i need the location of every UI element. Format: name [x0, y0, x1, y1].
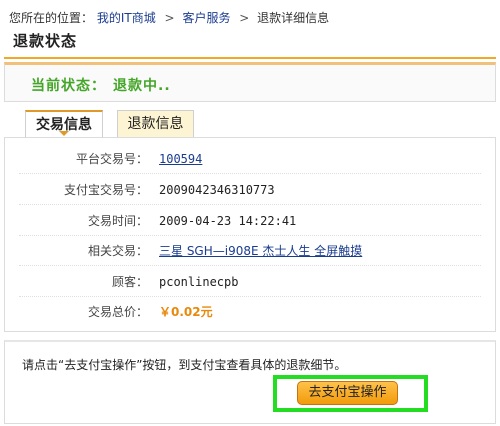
page-title: 退款状态 [13, 32, 78, 50]
breadcrumb-link-it-mall[interactable]: 我的IT商城 [97, 11, 156, 25]
field-alipay-trade-no: 支付宝交易号： 2009042346310773 [5, 179, 495, 201]
breadcrumb-current: 退款详细信息 [257, 11, 330, 25]
total-price-value: ￥0.02元 [159, 305, 213, 319]
field-platform-trade-no: 平台交易号： 100594 [5, 148, 495, 170]
field-label: 交易总价： [87, 305, 148, 319]
row-divider [19, 296, 481, 297]
breadcrumb-separator: > [239, 11, 250, 25]
alipay-trade-no-value: 2009042346310773 [159, 183, 275, 197]
status-box: 当前状态： 退款中.. [4, 62, 496, 102]
title-divider [4, 57, 496, 59]
platform-trade-no-link[interactable]: 100594 [159, 148, 202, 170]
row-divider [19, 235, 481, 236]
field-customer: 顾客： pconlinecpb [5, 271, 495, 293]
field-total-price: 交易总价： ￥0.02元 [5, 301, 495, 323]
breadcrumb: 您所在的位置： 我的IT商城 > 客户服务 > 退款详细信息 [9, 10, 329, 26]
row-divider [19, 265, 481, 266]
go-to-alipay-button[interactable]: 去支付宝操作 [297, 381, 398, 405]
field-label: 交易时间： [87, 214, 148, 228]
customer-value: pconlinecpb [159, 275, 239, 289]
transaction-info-panel: 平台交易号： 100594 支付宝交易号： 2009042346310773 交… [4, 137, 496, 332]
trade-time-value: 2009-04-23 14:22:41 [159, 214, 297, 228]
field-trade-time: 交易时间： 2009-04-23 14:22:41 [5, 210, 495, 232]
breadcrumb-prefix: 您所在的位置： [9, 11, 94, 25]
breadcrumb-link-customer-service[interactable]: 客户服务 [182, 11, 230, 25]
tab-refund-info[interactable]: 退款信息 [117, 110, 194, 138]
field-label: 平台交易号： [75, 152, 148, 166]
breadcrumb-separator: > [164, 11, 175, 25]
row-divider [19, 204, 481, 205]
status-value: 退款中.. [113, 78, 171, 94]
field-related-trade: 相关交易： 三星 SGH—i908E 杰士人生 全屏触摸 [5, 240, 495, 262]
row-divider [19, 173, 481, 174]
status-label: 当前状态： [31, 78, 106, 94]
notice-text: 请点击“去支付宝操作”按钮，到支付宝查看具体的退款细节。 [22, 358, 347, 372]
field-label: 支付宝交易号： [63, 183, 148, 197]
related-trade-link[interactable]: 三星 SGH—i908E 杰士人生 全屏触摸 [159, 240, 362, 262]
active-tab-caret-icon [59, 131, 69, 136]
field-label: 顾客： [111, 275, 148, 289]
field-label: 相关交易： [87, 244, 148, 258]
